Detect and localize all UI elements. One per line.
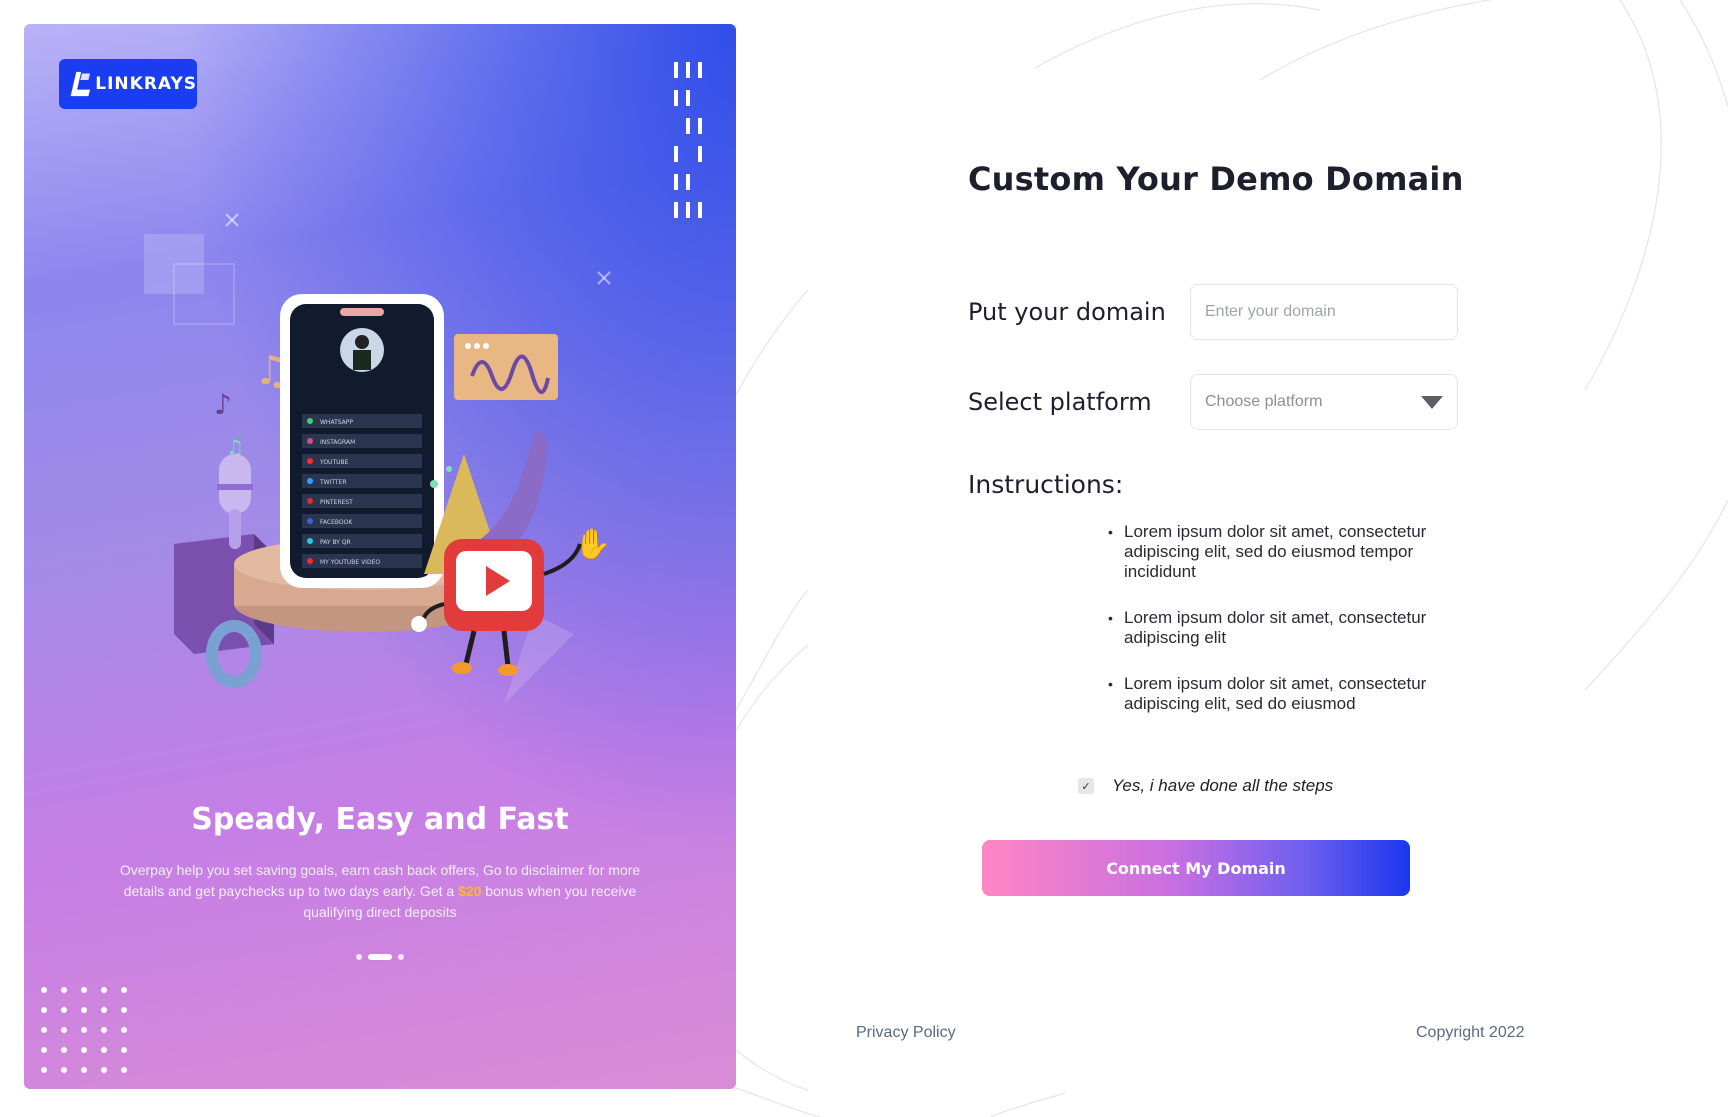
hero-title: Speady, Easy and Fast — [191, 802, 569, 837]
platform-row: Select platform Choose platform — [968, 374, 1458, 430]
decorative-dot — [41, 987, 47, 993]
decorative-dot — [61, 1007, 67, 1013]
instructions-list: Lorem ipsum dolor sit amet, consectetur … — [1108, 522, 1468, 740]
hero-illustration: ♫ ♪ ♫ WHATSAPP INSTAGRAM YOUTUBE TWITTER… — [144, 213, 611, 704]
decorative-dot — [81, 987, 87, 993]
phone-link-label: PINTEREST — [320, 499, 353, 506]
decorative-dot — [61, 987, 67, 993]
decorative-dot — [101, 1027, 107, 1033]
decorative-dot — [81, 1027, 87, 1033]
platform-select-value: Choose platform — [1205, 393, 1323, 410]
dropdown-caret-icon — [1421, 395, 1443, 409]
svg-text:✋: ✋ — [574, 526, 611, 562]
brand-name: LINKRAYS — [95, 74, 197, 94]
confirm-row: ✓ Yes, i have done all the steps — [1078, 776, 1333, 796]
hero-description: Overpay help you set saving goals, earn … — [119, 860, 641, 923]
instructions-title: Instructions: — [968, 470, 1124, 499]
decorative-dot — [121, 987, 127, 993]
instruction-item: Lorem ipsum dolor sit amet, consectetur … — [1108, 674, 1468, 714]
instruction-item: Lorem ipsum dolor sit amet, consectetur … — [1108, 608, 1468, 648]
decorative-dot — [121, 1047, 127, 1053]
bonus-amount: $20 — [458, 883, 482, 899]
phone-link-label: YOUTUBE — [319, 459, 349, 466]
decorative-dot — [81, 1007, 87, 1013]
decorative-dot — [41, 1047, 47, 1053]
decorative-dot-grid — [41, 987, 127, 1073]
decorative-dot — [61, 1047, 67, 1053]
carousel-dot[interactable] — [356, 954, 362, 960]
connect-domain-button[interactable]: Connect My Domain — [982, 840, 1410, 896]
brand-logo[interactable]: LINKRAYS — [59, 59, 197, 109]
phone-link-label: WHATSAPP — [320, 419, 353, 426]
phone-link-label: PAY BY QR — [320, 539, 351, 546]
instruction-item: Lorem ipsum dolor sit amet, consectetur … — [1108, 522, 1468, 582]
decorative-bars-icon — [674, 62, 702, 218]
decorative-dot — [81, 1047, 87, 1053]
carousel-dot[interactable] — [398, 954, 404, 960]
platform-label: Select platform — [968, 388, 1152, 416]
carousel-dot-active[interactable] — [368, 954, 392, 960]
domain-form: Custom Your Demo Domain Put your domain … — [968, 160, 1488, 896]
platform-select[interactable]: Choose platform — [1190, 374, 1458, 430]
linkrays-logo-icon — [70, 71, 91, 97]
phone-link-label: TWITTER — [319, 479, 347, 486]
domain-label: Put your domain — [968, 298, 1166, 326]
hero-panel: LINKRAYS ♫ ♪ ♫ WHATSAPP INSTAGRAM YOUTUB… — [24, 24, 736, 1089]
phone-link-label: MY YOUTUBE VIDEO — [320, 559, 380, 566]
decorative-dot — [101, 1007, 107, 1013]
carousel-indicators — [24, 954, 736, 960]
domain-input[interactable] — [1205, 303, 1443, 321]
decorative-dot — [41, 1007, 47, 1013]
decorative-dot — [101, 987, 107, 993]
phone-link-label: INSTAGRAM — [320, 439, 355, 446]
decorative-dot — [101, 1067, 107, 1073]
decorative-dot — [121, 1007, 127, 1013]
domain-field-wrapper — [1190, 284, 1458, 340]
svg-text:♪: ♪ — [214, 388, 232, 421]
decorative-dot — [101, 1047, 107, 1053]
page-title: Custom Your Demo Domain — [968, 160, 1464, 198]
domain-row: Put your domain — [968, 284, 1458, 340]
confirm-checkbox[interactable]: ✓ — [1078, 778, 1094, 794]
decorative-dot — [81, 1067, 87, 1073]
copyright-text: Copyright 2022 — [1416, 1024, 1525, 1041]
decorative-dot — [61, 1067, 67, 1073]
phone-link-label: FACEBOOK — [320, 519, 353, 526]
decorative-dot — [41, 1027, 47, 1033]
decorative-dot — [61, 1027, 67, 1033]
decorative-dot — [121, 1067, 127, 1073]
privacy-policy-link[interactable]: Privacy Policy — [856, 1024, 956, 1042]
decorative-dot — [121, 1027, 127, 1033]
confirm-label: Yes, i have done all the steps — [1112, 776, 1334, 795]
decorative-dot — [41, 1067, 47, 1073]
